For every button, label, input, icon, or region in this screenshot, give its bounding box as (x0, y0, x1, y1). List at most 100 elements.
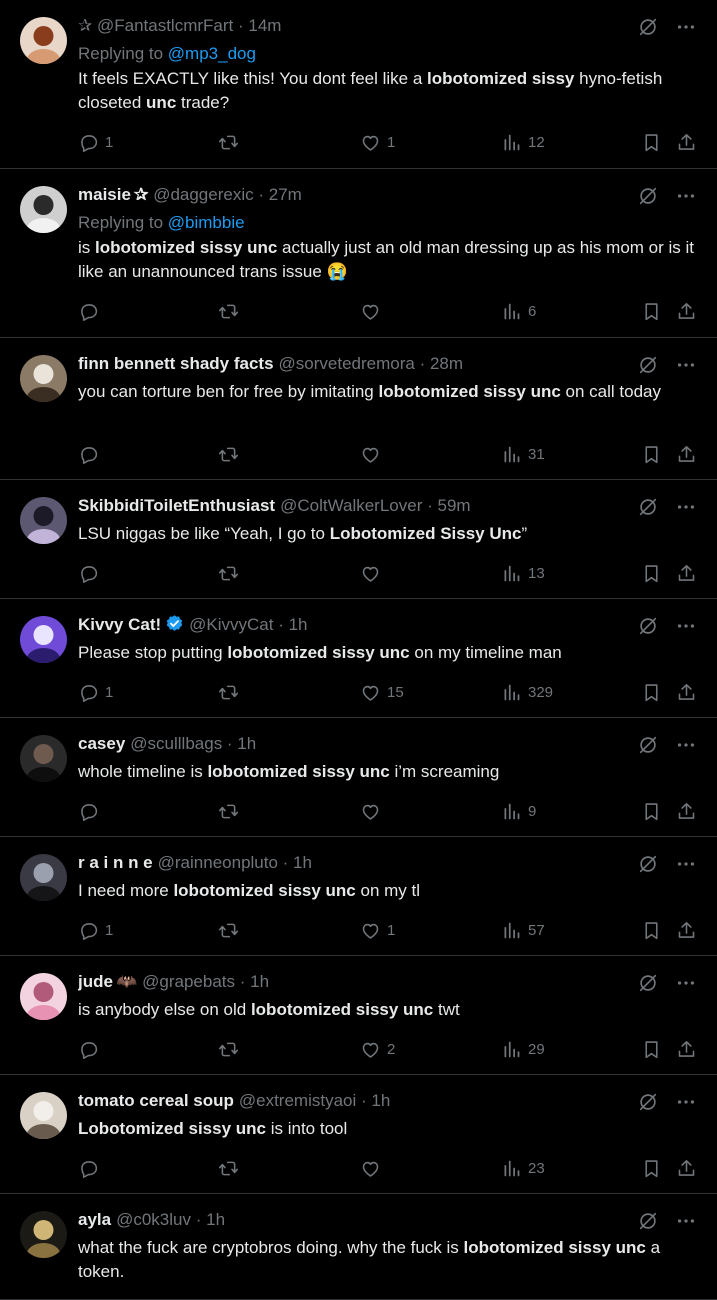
bookmark-button[interactable] (641, 918, 662, 942)
avatar[interactable] (20, 497, 67, 544)
reply-button[interactable]: 1 (78, 680, 113, 704)
avatar[interactable] (20, 355, 67, 402)
retweet-button[interactable] (218, 1037, 239, 1061)
display-name[interactable]: jude (78, 972, 113, 991)
bookmark-button[interactable] (641, 799, 662, 823)
display-name[interactable]: tomato cereal soup (78, 1091, 234, 1110)
tweet[interactable]: Kivvy Cat! @KivvyCat · 1h Please stop putt… (0, 599, 717, 718)
retweet-button[interactable] (218, 130, 239, 154)
user-handle[interactable]: @sorvetedremora (279, 354, 415, 373)
more-button[interactable] (675, 972, 697, 999)
share-button[interactable] (676, 442, 697, 466)
grok-button[interactable] (637, 185, 659, 212)
avatar[interactable] (20, 854, 67, 901)
like-button[interactable] (360, 442, 381, 466)
grok-button[interactable] (637, 615, 659, 642)
display-name[interactable]: casey (78, 734, 125, 753)
share-button[interactable] (676, 799, 697, 823)
avatar[interactable] (20, 735, 67, 782)
retweet-button[interactable] (218, 799, 239, 823)
reply-button[interactable] (78, 1156, 99, 1180)
tweet[interactable]: SkibbidiToiletEnthusiast @ColtWalkerLover… (0, 480, 717, 599)
more-button[interactable] (675, 496, 697, 523)
views-button[interactable]: 12 (501, 130, 545, 154)
share-button[interactable] (676, 561, 697, 585)
more-button[interactable] (675, 1091, 697, 1118)
timestamp[interactable]: 28m (430, 354, 463, 373)
views-button[interactable]: 57 (501, 918, 545, 942)
user-handle[interactable]: @sculllbags (130, 734, 222, 753)
views-button[interactable]: 13 (501, 561, 545, 585)
user-handle[interactable]: @daggerexic (153, 185, 253, 204)
tweet[interactable]: jude 🦇 @grapebats · 1h is anybody else on o… (0, 956, 717, 1075)
reply-button[interactable] (78, 442, 99, 466)
like-button[interactable] (360, 299, 381, 323)
grok-button[interactable] (637, 734, 659, 761)
like-button[interactable]: 1 (360, 918, 395, 942)
bookmark-button[interactable] (641, 1156, 662, 1180)
views-button[interactable]: 29 (501, 1037, 545, 1061)
reply-button[interactable]: 1 (78, 918, 113, 942)
bookmark-button[interactable] (641, 680, 662, 704)
display-name[interactable]: SkibbidiToiletEnthusiast (78, 496, 275, 515)
user-handle[interactable]: @KivvyCat (189, 615, 273, 634)
retweet-button[interactable] (218, 561, 239, 585)
retweet-button[interactable] (218, 680, 239, 704)
like-button[interactable] (360, 799, 381, 823)
views-button[interactable]: 6 (501, 299, 536, 323)
display-name[interactable]: ayla (78, 1210, 111, 1229)
display-name[interactable]: maisie (78, 185, 131, 204)
bookmark-button[interactable] (641, 299, 662, 323)
like-button[interactable]: 1 (360, 130, 395, 154)
user-handle[interactable]: @grapebats (142, 972, 235, 991)
tweet[interactable]: tomato cereal soup @extremistyaoi · 1h Lob… (0, 1075, 717, 1194)
more-button[interactable] (675, 734, 697, 761)
like-button[interactable] (360, 561, 381, 585)
reply-button[interactable] (78, 561, 99, 585)
avatar[interactable] (20, 1092, 67, 1139)
share-button[interactable] (676, 680, 697, 704)
tweet[interactable]: casey @sculllbags · 1h whole timeline is l… (0, 718, 717, 837)
views-button[interactable]: 329 (501, 680, 553, 704)
retweet-button[interactable] (218, 299, 239, 323)
avatar[interactable] (20, 17, 67, 64)
user-handle[interactable]: @c0k3luv (116, 1210, 191, 1229)
like-button[interactable]: 15 (360, 680, 404, 704)
display-name[interactable]: finn bennett shady facts (78, 354, 274, 373)
views-button[interactable]: 23 (501, 1156, 545, 1180)
grok-button[interactable] (637, 1210, 659, 1237)
timestamp[interactable]: 1h (289, 615, 308, 634)
share-button[interactable] (676, 1037, 697, 1061)
avatar[interactable] (20, 616, 67, 663)
more-button[interactable] (675, 16, 697, 43)
grok-button[interactable] (637, 972, 659, 999)
more-button[interactable] (675, 853, 697, 880)
avatar[interactable] (20, 973, 67, 1020)
more-button[interactable] (675, 615, 697, 642)
more-button[interactable] (675, 185, 697, 212)
grok-button[interactable] (637, 354, 659, 381)
like-button[interactable]: 2 (360, 1037, 395, 1061)
user-handle[interactable]: @ColtWalkerLover (280, 496, 422, 515)
bookmark-button[interactable] (641, 561, 662, 585)
views-button[interactable]: 31 (501, 442, 545, 466)
grok-button[interactable] (637, 496, 659, 523)
timestamp[interactable]: 1h (237, 734, 256, 753)
share-button[interactable] (676, 1156, 697, 1180)
views-button[interactable]: 9 (501, 799, 536, 823)
retweet-button[interactable] (218, 1156, 239, 1180)
grok-button[interactable] (637, 853, 659, 880)
replying-to-handle[interactable]: @bimbbie (168, 213, 245, 232)
tweet[interactable]: ✰ @FantastlcmrFart · 14m Replying to @mp3… (0, 0, 717, 169)
user-handle[interactable]: @extremistyaoi (239, 1091, 356, 1110)
reply-button[interactable]: 1 (78, 130, 113, 154)
tweet[interactable]: ayla @c0k3luv · 1h what the fuck are crypt… (0, 1194, 717, 1300)
bookmark-button[interactable] (641, 442, 662, 466)
more-button[interactable] (675, 354, 697, 381)
tweet[interactable]: r a i n n e @rainneonpluto · 1h I need mor… (0, 837, 717, 956)
display-name[interactable]: r a i n n e (78, 853, 153, 872)
more-button[interactable] (675, 1210, 697, 1237)
tweet[interactable]: maisie ✰ @daggerexic · 27m Replying to @bim… (0, 169, 717, 338)
retweet-button[interactable] (218, 918, 239, 942)
share-button[interactable] (676, 130, 697, 154)
